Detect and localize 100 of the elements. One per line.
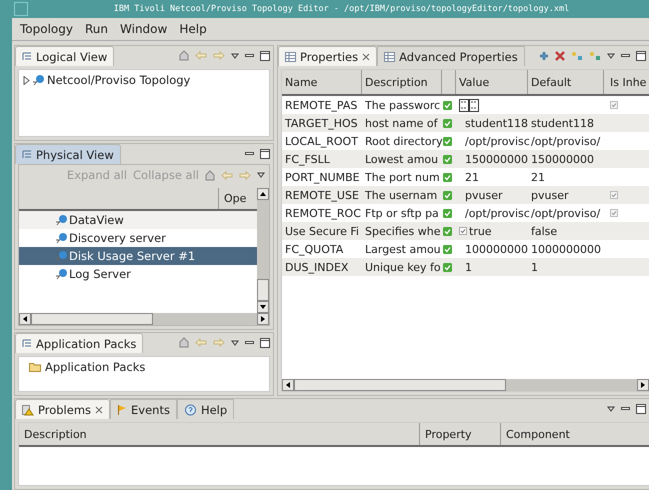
table-cell: host name of — [365, 116, 438, 130]
scroll-thumb[interactable] — [31, 313, 153, 325]
minimize-icon[interactable] — [245, 54, 254, 58]
view-tab[interactable]: Events — [110, 399, 177, 419]
column-header[interactable]: Description — [19, 423, 420, 445]
minimize-icon[interactable] — [245, 152, 254, 156]
tree-item[interactable]: DataView — [19, 211, 257, 229]
menu-item[interactable]: Topology — [20, 22, 73, 36]
properties-tab[interactable]: Advanced Properties — [377, 46, 525, 66]
warning-icon — [22, 404, 34, 416]
table-row[interactable]: FC_FSLL Lowest amou 150000000 150000000 — [282, 150, 649, 168]
view-menu-icon[interactable] — [257, 172, 265, 178]
column-header[interactable]: Is Inhe — [604, 70, 649, 94]
table-cell-text: 100000000 — [464, 242, 528, 256]
maximize-icon[interactable] — [636, 51, 646, 61]
close-icon[interactable] — [95, 406, 104, 414]
menu-item[interactable]: Help — [179, 22, 207, 36]
table-row[interactable]: Use Secure Fi Specifies whe true false — [282, 222, 649, 240]
vertical-scrollbar[interactable] — [257, 188, 269, 313]
view-menu-icon[interactable] — [231, 340, 239, 346]
table-cell: Root directory — [365, 134, 443, 148]
left-arrow-icon — [23, 316, 27, 322]
application-packs-tab[interactable]: Application Packs — [15, 333, 144, 353]
expand-arrow-icon[interactable] — [23, 76, 30, 84]
checkbox[interactable] — [610, 101, 618, 109]
table-row[interactable]: FC_QUOTA Largest amou 100000000 1000000000 — [282, 240, 649, 258]
table-cell: Unique key fo — [365, 260, 441, 274]
tree-item[interactable]: Log Server — [19, 265, 257, 283]
table-row[interactable]: PORT_NUMBE The port num 21 21 — [282, 168, 649, 186]
close-icon[interactable] — [362, 52, 370, 60]
checkbox[interactable] — [610, 191, 618, 199]
tree-item-label: Netcool/Proviso Topology — [47, 73, 190, 87]
table-cell: PORT_NUMBE — [285, 170, 360, 184]
table-cell: 1 — [531, 260, 538, 274]
scroll-right-button[interactable] — [637, 379, 649, 391]
physical-view-tab[interactable]: Physical View — [15, 144, 121, 164]
table-row[interactable]: LOCAL_ROOT Root directory /opt/provisc/opt/proviso/ — [282, 132, 649, 150]
home-icon[interactable] — [179, 337, 189, 348]
checkbox[interactable] — [610, 209, 618, 217]
delete-icon[interactable] — [555, 51, 565, 61]
view-menu-icon[interactable] — [607, 53, 615, 59]
table-cell: REMOTE_PAS — [285, 98, 358, 112]
table-cell-text: 21 — [464, 170, 479, 184]
menu-item[interactable]: Run — [85, 22, 108, 36]
table-cell: /opt/proviso/ — [531, 134, 600, 148]
view-menu-icon[interactable] — [231, 52, 239, 58]
column-header[interactable]: Description — [362, 70, 442, 94]
properties-tab[interactable]: Properties — [278, 46, 378, 66]
column-header[interactable]: Value — [456, 70, 528, 94]
scroll-left-button[interactable] — [19, 313, 31, 325]
minimize-icon[interactable] — [621, 407, 630, 411]
table-cell: REMOTE_USE — [285, 188, 359, 202]
column-header[interactable]: Property — [420, 423, 501, 445]
tree-item[interactable]: Disk Usage Server #1 — [19, 247, 257, 265]
maximize-icon[interactable] — [260, 149, 270, 159]
logical-view-tab[interactable]: Logical View — [15, 46, 114, 66]
scroll-down-button[interactable] — [257, 301, 269, 313]
table-cell-text: /opt/provisc — [464, 134, 530, 148]
help-icon — [184, 404, 197, 416]
view-menu-icon[interactable] — [607, 406, 615, 412]
table-cell: Lowest amou — [365, 152, 438, 166]
minimize-icon[interactable] — [245, 340, 254, 344]
table-row[interactable]: DUS_INDEX Unique key fo 1 1 — [282, 258, 649, 276]
minimize-icon[interactable] — [621, 54, 630, 58]
column-header[interactable]: Default — [528, 70, 604, 94]
scroll-thumb[interactable] — [294, 379, 506, 391]
scroll-up-button[interactable] — [257, 188, 269, 200]
table-row[interactable]: REMOTE_ROC Ftp or sftp pa /opt/provisc/opt/proviso/ — [282, 204, 649, 222]
table-row[interactable]: REMOTE_PAS The passworc — [282, 96, 649, 114]
add-icon[interactable] — [539, 51, 549, 61]
table-cell-text: pvuser — [464, 188, 502, 202]
tree-icon — [22, 52, 32, 62]
maximize-icon[interactable] — [260, 50, 270, 60]
view-tab[interactable]: Problems — [15, 399, 110, 419]
scroll-thumb[interactable] — [257, 279, 269, 301]
password-icon[interactable] — [459, 98, 479, 112]
table-cell: DUS_INDEX — [285, 260, 348, 274]
column-header[interactable]: Name — [282, 70, 362, 94]
server-node-icon — [32, 74, 45, 86]
maximize-icon[interactable] — [260, 338, 270, 348]
horizontal-scrollbar[interactable] — [282, 379, 649, 391]
view-tab[interactable]: Help — [176, 399, 234, 419]
column-header[interactable]: Component — [501, 423, 649, 445]
scroll-left-button[interactable] — [282, 379, 294, 391]
checkbox[interactable] — [459, 227, 467, 235]
table-row[interactable]: TARGET_HOS host name of student118 student118 — [282, 114, 649, 132]
home-icon[interactable] — [179, 50, 189, 61]
table-row[interactable]: REMOTE_USE The usernam pvuser pvuser — [282, 186, 649, 204]
tree-item[interactable]: Discovery server — [19, 229, 257, 247]
table-cell: true — [469, 224, 492, 238]
horizontal-scrollbar[interactable] — [19, 313, 269, 325]
table-cell-text: /opt/provisc — [464, 206, 530, 220]
maximize-icon[interactable] — [636, 404, 646, 414]
table-cell: 21 — [531, 170, 545, 184]
table-cell: TARGET_HOS — [285, 116, 358, 130]
table-cell: pvuser — [531, 188, 568, 202]
home-icon[interactable] — [205, 170, 215, 180]
table-cell: The passworc — [365, 98, 440, 112]
menu-item[interactable]: Window — [120, 22, 168, 36]
scroll-right-button[interactable] — [257, 313, 269, 325]
